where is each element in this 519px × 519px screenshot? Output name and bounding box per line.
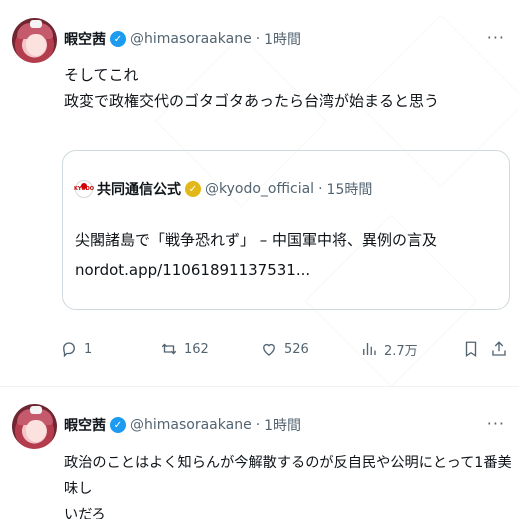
like-count: 526: [284, 341, 309, 357]
avatar-ribbon: [30, 20, 42, 28]
author-handle[interactable]: @himasoraakane: [130, 31, 252, 47]
timeline: 暇空茜 ✓ @himasoraakane · 1時間 ··· そしてこれ 政変で…: [0, 0, 519, 519]
bookmark-button[interactable]: [462, 336, 480, 362]
avatar-face: [26, 420, 46, 442]
avatar[interactable]: [12, 18, 57, 63]
like-button[interactable]: 526: [260, 336, 309, 362]
views-chart-icon: [363, 343, 376, 355]
quote-author-handle: @kyodo_official: [205, 181, 315, 197]
avatar[interactable]: [12, 404, 57, 449]
verified-badge-icon: ✓: [110, 417, 126, 433]
tweet-text-line: 政変で政権交代のゴタゴタあったら台湾が始まると思う: [64, 92, 440, 110]
heart-icon: [263, 343, 275, 356]
quote-title: 尖閣諸島で「戦争恐れず」 – 中国軍中将、異例の言及: [75, 231, 438, 249]
quote-author-name: 共同通信公式: [97, 182, 181, 198]
tweet-text-line: 政治のことはよく知らんが今解散するのが反自民や公明にとって1番美味し: [64, 455, 512, 497]
separator-dot: ·: [255, 417, 261, 433]
reply-button[interactable]: 1: [60, 336, 92, 362]
tweet-text: そしてこれ 政変で政権交代のゴタゴタあったら台湾が始まると思う: [64, 62, 439, 114]
more-dots-icon[interactable]: ···: [487, 28, 505, 47]
verified-badge-icon: ✓: [110, 31, 126, 47]
tweet[interactable]: 暇空茜 ✓ @himasoraakane · 1時間 ··· そしてこれ 政変で…: [0, 0, 519, 385]
verified-badge-icon: ✓: [185, 181, 201, 197]
tweet[interactable]: 暇空茜 ✓ @himasoraakane · 1時間 ··· 政治のことはよく知…: [0, 390, 519, 519]
tweet-text-line: そしてこれ: [64, 66, 139, 84]
reply-icon: [63, 342, 75, 358]
retweet-icon: [161, 343, 177, 355]
avatar-ribbon: [30, 406, 42, 414]
retweet-count: 162: [184, 341, 209, 357]
quote-time: 15時間: [326, 182, 373, 198]
quote-header: KYODO 共同通信公式 ✓ @kyodo_official · 15時間: [74, 179, 373, 199]
author-name[interactable]: 暇空茜: [64, 29, 106, 49]
tweet-text: 政治のことはよく知らんが今解散するのが反自民や公明にとって1番美味し いだろ: [64, 450, 519, 519]
views-count: 2.7万: [384, 343, 418, 359]
separator-dot: ·: [255, 31, 261, 47]
share-button[interactable]: [490, 336, 508, 362]
more-dots-icon[interactable]: ···: [487, 414, 505, 433]
avatar-face: [26, 34, 46, 56]
views-button[interactable]: 2.7万: [360, 336, 418, 362]
quoted-tweet[interactable]: KYODO 共同通信公式 ✓ @kyodo_official · 15時間 尖閣…: [62, 150, 510, 310]
reply-count: 1: [84, 341, 93, 357]
quote-text: 尖閣諸島で「戦争恐れず」 – 中国軍中将、異例の言及 nordot.app/11…: [75, 225, 437, 285]
quote-link[interactable]: nordot.app/11061891137531...: [75, 255, 437, 285]
retweet-button[interactable]: 162: [160, 336, 209, 362]
tweet-divider: [0, 386, 519, 387]
author-handle[interactable]: @himasoraakane: [130, 417, 252, 433]
tweet-header: 暇空茜 ✓ @himasoraakane · 1時間: [64, 28, 301, 50]
share-icon: [492, 341, 506, 356]
tweet-time[interactable]: 1時間: [264, 415, 301, 435]
kyodo-logo-icon: KYODO: [74, 180, 94, 198]
tweet-actions: 1 162 526 2.7万: [60, 336, 510, 362]
tweet-time[interactable]: 1時間: [264, 29, 301, 49]
author-name[interactable]: 暇空茜: [64, 415, 106, 435]
separator-dot: ·: [318, 181, 323, 197]
bookmark-icon: [465, 341, 477, 358]
tweet-text-line: いだろ: [64, 507, 106, 519]
tweet-header: 暇空茜 ✓ @himasoraakane · 1時間: [64, 414, 301, 436]
